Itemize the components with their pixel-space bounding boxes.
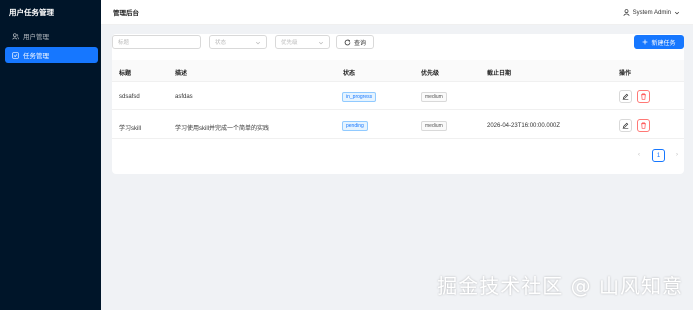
task-icon xyxy=(11,51,19,59)
task-due-date: 2026-04-23T16:00:00.000Z xyxy=(487,123,561,129)
sidebar: 用户任务管理 用户管理 任务管理 xyxy=(0,0,101,310)
reload-icon xyxy=(344,39,351,46)
sidebar-item-tasks[interactable]: 任务管理 xyxy=(5,47,98,63)
new-task-label: 新建任务 xyxy=(651,40,676,47)
table-row: sdsafsd asfdas in_progress medium xyxy=(112,84,684,110)
users-icon xyxy=(11,32,19,40)
column-header-actions: 操作 xyxy=(619,71,632,77)
edit-button[interactable] xyxy=(619,90,632,103)
delete-button[interactable] xyxy=(637,119,650,132)
status-placeholder: 状态 xyxy=(215,40,227,46)
watermark: 掘金技术社区 @ 山风知意 xyxy=(437,274,683,298)
sidebar-item-label: 用户管理 xyxy=(23,34,49,41)
user-menu[interactable]: System Admin xyxy=(623,0,680,25)
app-title: 用户任务管理 xyxy=(9,8,54,17)
priority-badge: medium xyxy=(421,121,447,131)
status-filter-select[interactable]: 状态 xyxy=(209,35,267,49)
task-title: 学习skill xyxy=(119,126,141,132)
trash-icon xyxy=(641,93,646,100)
priority-placeholder: 优先级 xyxy=(281,40,298,46)
delete-button[interactable] xyxy=(637,90,650,103)
column-header-due-date: 截止日期 xyxy=(487,71,512,77)
priority-filter-select[interactable]: 优先级 xyxy=(275,35,330,49)
task-description: asfdas xyxy=(175,94,193,100)
table-row: 学习skill 学习使用skill并完成一个简单的实践 pending medi… xyxy=(112,113,684,139)
sidebar-item-users[interactable]: 用户管理 xyxy=(5,28,98,44)
edit-icon xyxy=(622,122,629,129)
status-badge: in_progress xyxy=(342,92,377,102)
plus-icon xyxy=(642,39,648,45)
query-button[interactable]: 查询 xyxy=(336,35,374,49)
trash-icon xyxy=(641,122,646,129)
column-header-description: 描述 xyxy=(175,71,188,77)
page-1-button[interactable]: 1 xyxy=(652,149,665,162)
title-filter-input[interactable]: 标题 xyxy=(112,35,201,49)
column-header-title: 标题 xyxy=(119,71,132,77)
task-panel: 标题 状态 优先级 查询 新建任务 标题 描述 状态 优先级 截止日期 操作 s… xyxy=(112,34,684,174)
edit-button[interactable] xyxy=(619,119,632,132)
query-label: 查询 xyxy=(353,40,366,47)
breadcrumb: 管理后台 xyxy=(113,10,139,17)
chevron-down-icon xyxy=(255,40,261,46)
header: 管理后台 System Admin xyxy=(101,0,693,25)
next-page-button[interactable]: › xyxy=(672,149,682,161)
table-header: 标题 描述 状态 优先级 截止日期 操作 xyxy=(112,60,684,82)
user-icon xyxy=(623,9,630,16)
edit-icon xyxy=(622,93,629,100)
chevron-down-icon xyxy=(674,10,680,16)
task-title: sdsafsd xyxy=(119,94,140,100)
status-badge: pending xyxy=(342,121,368,131)
new-task-button[interactable]: 新建任务 xyxy=(634,35,684,49)
task-description: 学习使用skill并完成一个简单的实践 xyxy=(175,126,269,132)
sidebar-item-label: 任务管理 xyxy=(23,53,49,60)
column-header-priority: 优先级 xyxy=(421,71,440,77)
user-name: System Admin xyxy=(632,9,671,16)
chevron-down-icon xyxy=(318,40,324,46)
prev-page-button[interactable]: ‹ xyxy=(634,149,644,161)
priority-badge: medium xyxy=(421,92,447,102)
column-header-status: 状态 xyxy=(343,71,356,77)
